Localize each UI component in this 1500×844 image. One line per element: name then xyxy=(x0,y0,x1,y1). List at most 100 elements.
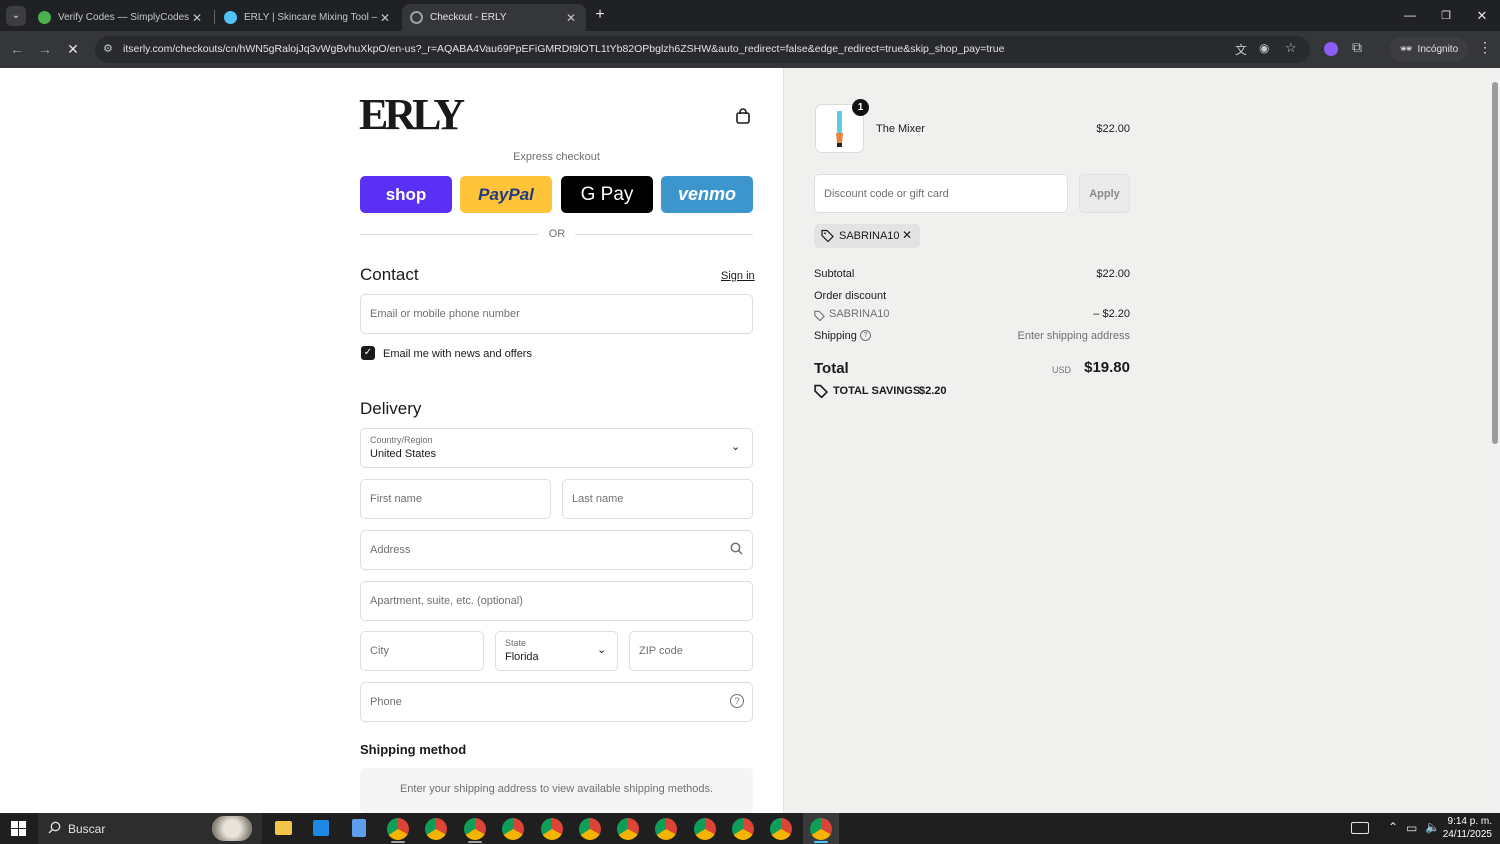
taskbar-search-box[interactable]: Buscar xyxy=(38,813,262,844)
new-tab-button[interactable]: + xyxy=(591,6,609,24)
restore-icon: ❐ xyxy=(1441,10,1451,22)
shipping-method-notice: Enter your shipping address to view avai… xyxy=(360,768,753,813)
forward-button[interactable]: → xyxy=(36,40,54,58)
back-button[interactable]: ← xyxy=(8,40,26,58)
help-circle-icon[interactable]: ? xyxy=(860,330,871,341)
translate-icon[interactable]: 文 xyxy=(1235,41,1247,58)
address-bar[interactable]: ⚙ itserly.com/checkouts/cn/hWN5gRalojJq3… xyxy=(95,36,1310,63)
google-pay-button[interactable]: G Pay xyxy=(561,176,653,213)
site-info-icon[interactable]: ⚙ xyxy=(103,42,113,55)
shop-pay-button[interactable]: shop xyxy=(360,176,452,213)
start-button[interactable] xyxy=(11,821,26,836)
tab-erly-product[interactable]: ERLY | Skincare Mixing Tool – Th ✕ xyxy=(216,4,400,31)
email-field[interactable]: Email or mobile phone number xyxy=(360,294,753,334)
windows-logo-icon xyxy=(11,821,26,836)
shipping-method-heading: Shipping method xyxy=(360,742,467,757)
tag-icon xyxy=(814,308,825,326)
shop-pay-label: shop xyxy=(385,184,427,204)
paypal-button[interactable]: PayPal xyxy=(460,176,552,213)
apartment-field[interactable]: Apartment, suite, etc. (optional) xyxy=(360,581,753,621)
total-value: $19.80 xyxy=(1084,359,1130,376)
venmo-button[interactable]: venmo xyxy=(661,176,753,213)
tab-simplycodes[interactable]: Verify Codes — SimplyCodes ✕ xyxy=(30,4,212,31)
close-icon[interactable]: ✕ xyxy=(190,11,204,25)
chrome-taskbar-icon[interactable] xyxy=(464,818,486,840)
state-value: Florida xyxy=(505,651,539,663)
chrome-taskbar-icon[interactable] xyxy=(732,818,754,840)
page-scrollbar[interactable] xyxy=(1490,68,1500,813)
remove-discount-icon[interactable]: ✕ xyxy=(902,228,912,242)
chevron-down-icon: ⌄ xyxy=(11,10,21,21)
clock-time[interactable]: 9:14 p. m. xyxy=(1440,816,1492,827)
city-field[interactable]: City xyxy=(360,631,484,671)
close-icon: ✕ xyxy=(1476,8,1488,23)
order-discount-code: SABRINA10 xyxy=(829,308,890,320)
chrome-taskbar-icon[interactable] xyxy=(579,818,601,840)
minimize-button[interactable]: — xyxy=(1402,8,1418,22)
eye-off-icon[interactable]: ◉ xyxy=(1259,41,1269,55)
incognito-badge[interactable]: 🕶 Incógnito xyxy=(1390,37,1468,62)
keyboard-icon[interactable] xyxy=(1351,822,1369,834)
loading-favicon-icon xyxy=(410,11,423,24)
chrome-taskbar-icon[interactable] xyxy=(541,818,563,840)
minimize-icon: — xyxy=(1404,8,1416,22)
newsletter-checkbox[interactable]: ✓ xyxy=(361,346,375,360)
address-field[interactable]: Address xyxy=(360,530,753,570)
extensions-puzzle-icon[interactable]: ⧉ xyxy=(1352,39,1362,56)
calculator-icon[interactable] xyxy=(352,819,366,837)
chevron-down-icon: ⌄ xyxy=(731,441,741,453)
divider-right xyxy=(575,234,753,235)
last-name-field[interactable]: Last name xyxy=(562,479,753,519)
chrome-taskbar-icon[interactable] xyxy=(694,818,716,840)
checkout-form-column: ERLY Express checkout shop PayPal G Pay … xyxy=(0,68,783,813)
extension-icon[interactable] xyxy=(1324,42,1338,56)
state-select[interactable]: State Florida ⌄ xyxy=(495,631,618,671)
running-indicator xyxy=(814,841,828,843)
sign-in-link[interactable]: Sign in xyxy=(721,270,755,282)
menu-button[interactable]: ⋮ xyxy=(1478,39,1492,56)
venmo-label: venmo xyxy=(677,184,737,204)
applied-discount-tag: SABRINA10 ✕ xyxy=(814,224,920,248)
close-icon[interactable]: ✕ xyxy=(564,11,578,25)
close-window-button[interactable]: ✕ xyxy=(1474,8,1490,23)
scrollbar-thumb[interactable] xyxy=(1492,82,1498,444)
restore-button[interactable]: ❐ xyxy=(1438,9,1454,23)
browser-toolbar: ← → ✕ ⚙ itserly.com/checkouts/cn/hWN5gRa… xyxy=(0,31,1500,68)
order-discount-value: – $2.20 xyxy=(1093,308,1130,320)
tab-search-button[interactable]: ⌄ xyxy=(6,6,26,26)
zip-field[interactable]: ZIP code xyxy=(629,631,753,671)
discount-code-field[interactable]: Discount code or gift card xyxy=(814,174,1068,213)
chrome-taskbar-icon[interactable] xyxy=(425,818,447,840)
close-icon[interactable]: ✕ xyxy=(378,11,392,25)
first-name-field[interactable]: First name xyxy=(360,479,551,519)
chrome-taskbar-icon[interactable] xyxy=(617,818,639,840)
brand-logo[interactable]: ERLY xyxy=(359,90,465,140)
phone-field[interactable]: Phone ? xyxy=(360,682,753,722)
chrome-taskbar-icon[interactable] xyxy=(655,818,677,840)
chrome-taskbar-icon[interactable] xyxy=(770,818,792,840)
paypal-label: PayPal xyxy=(478,184,534,204)
cart-bag-icon[interactable] xyxy=(735,108,751,124)
chrome-taskbar-icon[interactable] xyxy=(502,818,524,840)
tab-checkout-erly[interactable]: Checkout - ERLY ✕ xyxy=(402,4,586,31)
stop-button[interactable]: ✕ xyxy=(64,40,82,58)
chrome-taskbar-icon[interactable] xyxy=(387,818,409,840)
star-icon[interactable]: ☆ xyxy=(1285,40,1297,56)
file-explorer-icon[interactable] xyxy=(275,821,292,835)
shipping-value: Enter shipping address xyxy=(1017,330,1130,342)
last-name-placeholder: Last name xyxy=(572,493,624,505)
country-select[interactable]: Country/Region United States ⌄ xyxy=(360,428,753,468)
first-name-placeholder: First name xyxy=(370,493,422,505)
browser-window: ⌄ Verify Codes — SimplyCodes ✕ ERLY | Sk… xyxy=(0,0,1500,844)
search-highlight-icon xyxy=(212,816,252,841)
running-indicator xyxy=(391,841,405,843)
chevron-up-icon[interactable]: ⌃ xyxy=(1388,820,1398,834)
chrome-taskbar-icon[interactable] xyxy=(810,818,832,840)
clock-date[interactable]: 24/11/2025 xyxy=(1436,829,1492,840)
more-vert-icon: ⋮ xyxy=(1478,39,1492,55)
network-icon[interactable]: ▭ xyxy=(1406,821,1417,835)
total-label: Total xyxy=(814,360,849,377)
apply-discount-button[interactable]: Apply xyxy=(1079,174,1130,213)
help-circle-icon[interactable]: ? xyxy=(730,694,744,708)
store-icon[interactable] xyxy=(313,820,329,836)
